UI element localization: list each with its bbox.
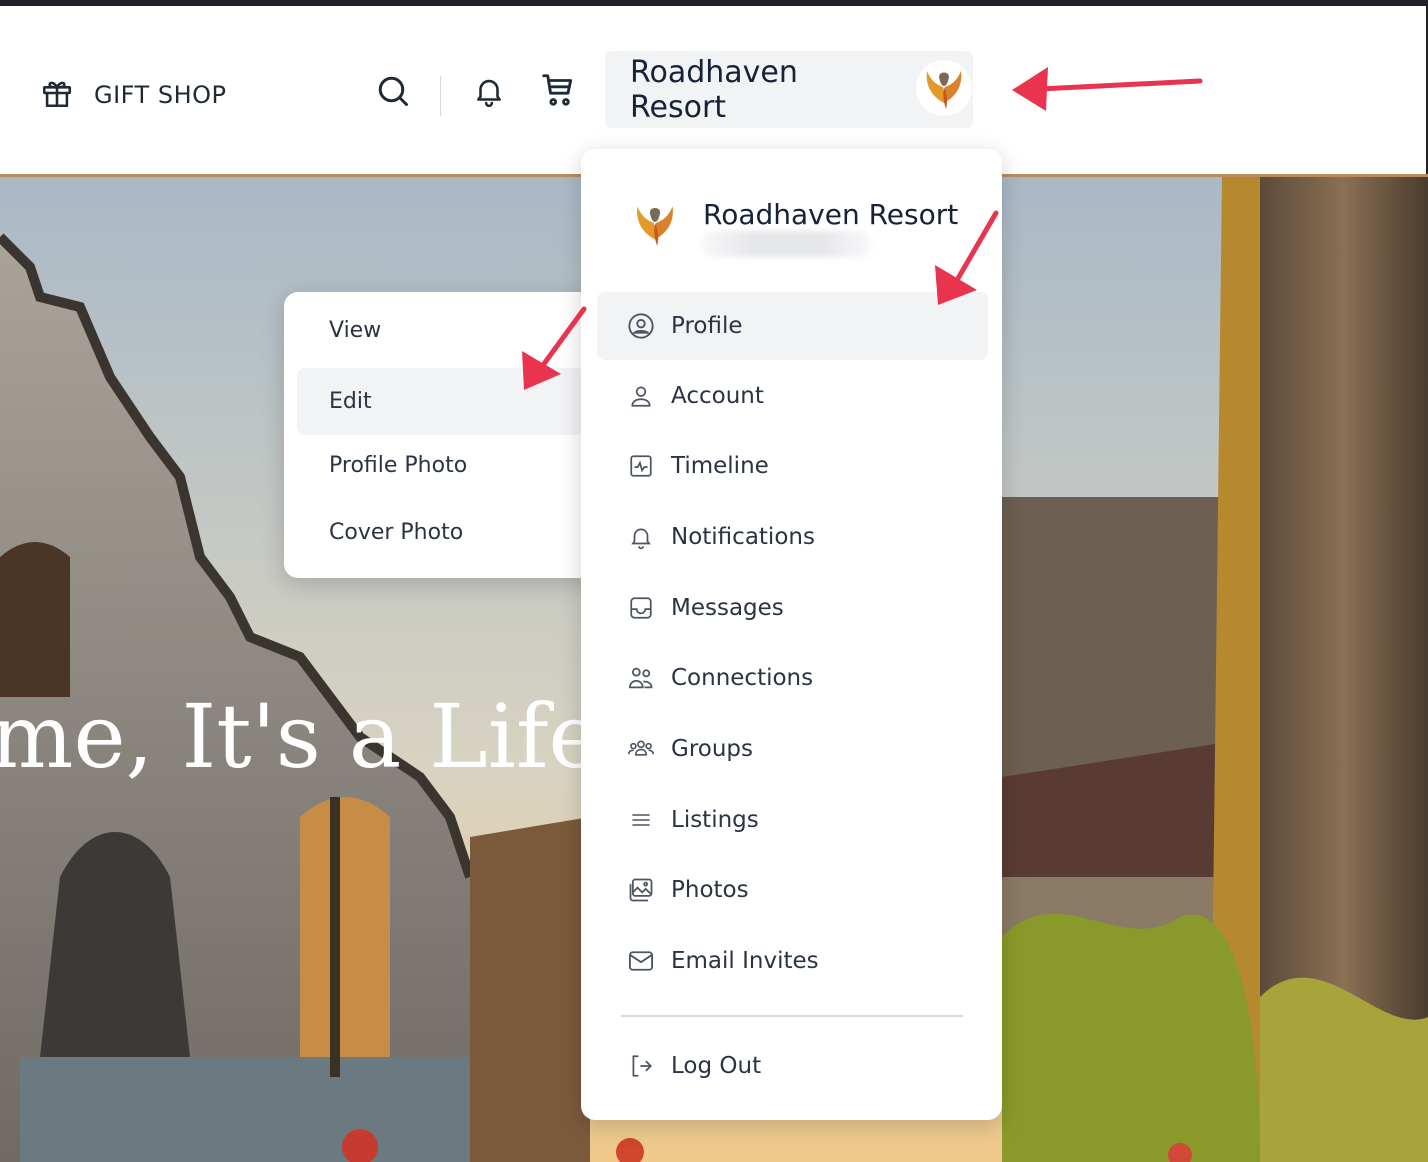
notifications-button[interactable] [468,72,510,114]
profile-submenu: View Edit Profile Photo Cover Photo [284,292,598,578]
logout-icon [627,1052,655,1080]
submenu-item-cover-photo[interactable]: Cover Photo [297,499,585,566]
dropdown-item-notifications[interactable]: Notifications [597,503,988,571]
dropdown-item-logout[interactable]: Log Out [597,1032,988,1100]
dropdown-item-label: Notifications [671,524,815,550]
dropdown-item-label: Account [671,383,764,409]
user-circle-icon [627,312,655,340]
hero-overlay-text: me, It's a Lifes [0,685,646,788]
inbox-icon [627,594,655,622]
search-button[interactable] [372,72,414,114]
dropdown-item-account[interactable]: Account [597,362,988,430]
dropdown-item-label: Listings [671,807,759,833]
dropdown-item-messages[interactable]: Messages [597,574,988,642]
group-icon [627,735,655,763]
submenu-item-profile-photo[interactable]: Profile Photo [297,432,585,499]
dropdown-item-connections[interactable]: Connections [597,644,988,712]
gift-shop-label: GIFT SHOP [94,81,227,109]
menu-lines-icon [627,806,655,834]
photos-icon [627,876,655,904]
dropdown-item-profile[interactable]: Profile [597,292,988,360]
user-icon [627,382,655,410]
header-divider [440,76,441,116]
user-menu-button[interactable]: Roadhaven Resort [605,51,973,128]
submenu-item-view[interactable]: View [297,297,585,364]
dropdown-item-label: Profile [671,313,743,339]
dropdown-item-listings[interactable]: Listings [597,786,988,854]
dropdown-item-label: Messages [671,595,784,621]
bell-icon [627,523,655,551]
user-menu-name: Roadhaven Resort [630,54,798,125]
mail-icon [627,947,655,975]
cart-button[interactable] [536,70,580,114]
dropdown-item-label: Email Invites [671,948,819,974]
dropdown-item-label: Connections [671,665,814,691]
search-icon [375,73,411,113]
dropdown-item-label: Photos [671,877,749,903]
dropdown-divider [621,1015,963,1017]
activity-icon [627,452,655,480]
dropdown-item-timeline[interactable]: Timeline [597,432,988,500]
users-icon [627,664,655,692]
bell-icon [472,74,506,112]
user-dropdown-menu: Roadhaven Resort Profile Account Timelin… [581,149,1002,1120]
gift-shop-link[interactable]: GIFT SHOP [40,76,227,114]
redacted-account-handle [701,231,871,257]
gift-icon [40,76,74,114]
cart-icon [539,71,577,113]
dropdown-item-photos[interactable]: Photos [597,856,988,924]
submenu-item-edit[interactable]: Edit [297,368,585,435]
dropdown-item-groups[interactable]: Groups [597,715,988,783]
dropdown-item-email-invites[interactable]: Email Invites [597,927,988,995]
dropdown-logout-label: Log Out [671,1053,762,1079]
phoenix-logo-icon [915,59,973,121]
dropdown-phoenix-logo-icon [625,194,685,258]
dropdown-item-label: Timeline [671,453,769,479]
dropdown-item-label: Groups [671,736,754,762]
